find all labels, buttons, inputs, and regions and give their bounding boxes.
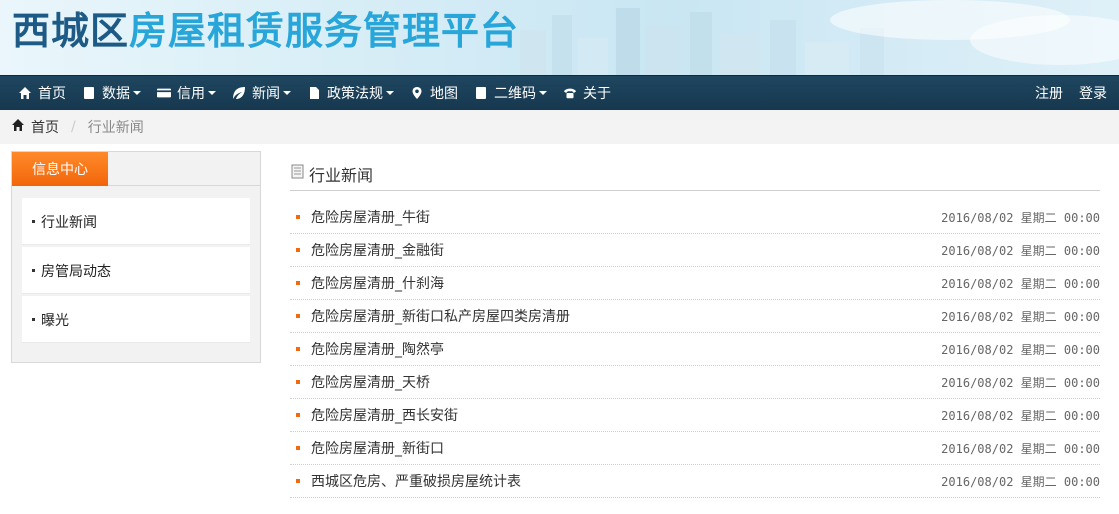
home-icon <box>11 118 25 136</box>
news-list: 危险房屋清册_牛街 2016/08/02 星期二 00:00 危险房屋清册_金融… <box>290 201 1100 498</box>
nav-item-label: 首页 <box>38 86 66 102</box>
news-date: 2016/08/02 星期二 00:00 <box>941 309 1100 324</box>
site-title-district: 西城区 <box>12 9 130 53</box>
news-date: 2016/08/02 星期二 00:00 <box>941 474 1100 489</box>
sidebar-item-label: 曝光 <box>41 312 69 329</box>
news-title[interactable]: 危险房屋清册_天桥 <box>311 372 941 392</box>
nav-item-label: 新闻 <box>252 86 280 102</box>
book-icon <box>474 86 488 100</box>
login-link[interactable]: 登录 <box>1079 83 1107 103</box>
breadcrumb-separator: / <box>71 119 76 135</box>
map-marker-icon <box>410 86 424 100</box>
news-title[interactable]: 危险房屋清册_牛街 <box>311 207 941 227</box>
nav-item-label: 地图 <box>430 86 458 102</box>
news-item[interactable]: 西城区危房、严重破损房屋统计表 2016/08/02 星期二 00:00 <box>290 465 1100 498</box>
news-item[interactable]: 危险房屋清册_陶然亭 2016/08/02 星期二 00:00 <box>290 333 1100 366</box>
nav-item-map[interactable]: 地图 <box>410 83 458 103</box>
bullet-icon <box>296 413 300 417</box>
nav-item-label: 数据 <box>102 86 130 102</box>
bullet-icon <box>296 479 300 483</box>
chevron-down-icon <box>208 91 216 95</box>
nav-item-label: 信用 <box>177 86 205 102</box>
breadcrumb-current: 行业新闻 <box>87 120 144 136</box>
credit-card-icon <box>157 86 171 100</box>
news-item[interactable]: 危险房屋清册_新街口私产房屋四类房清册 2016/08/02 星期二 00:00 <box>290 300 1100 333</box>
nav-item-label: 二维码 <box>494 86 536 102</box>
bullet-icon <box>32 318 35 321</box>
news-title[interactable]: 危险房屋清册_陶然亭 <box>311 339 941 359</box>
news-date: 2016/08/02 星期二 00:00 <box>941 441 1100 456</box>
nav-item-policy[interactable]: 政策法规 <box>307 83 394 103</box>
leaf-icon <box>232 86 246 100</box>
news-date: 2016/08/02 星期二 00:00 <box>941 342 1100 357</box>
site-title-platform: 房屋租赁服务管理平台 <box>129 9 520 53</box>
header-banner: 西城区房屋租赁服务管理平台 <box>0 0 1119 75</box>
bullet-icon <box>296 347 300 351</box>
section-heading-label: 行业新闻 <box>309 165 374 185</box>
news-title[interactable]: 危险房屋清册_西长安街 <box>311 405 941 425</box>
news-date: 2016/08/02 星期二 00:00 <box>941 375 1100 390</box>
bullet-icon <box>296 314 300 318</box>
bullet-icon <box>296 281 300 285</box>
news-item[interactable]: 危险房屋清册_新街口 2016/08/02 星期二 00:00 <box>290 432 1100 465</box>
nav-item-credit[interactable]: 信用 <box>157 83 216 103</box>
sidebar: 信息中心 行业新闻 房管局动态 曝光 <box>11 151 261 363</box>
bullet-icon <box>296 446 300 450</box>
nav-menu: 首页 数据 信用 新闻 政策法规 地图 二维码 关于 <box>18 83 1019 103</box>
sidebar-item-bureau-news[interactable]: 房管局动态 <box>22 247 250 294</box>
sidebar-item-label: 房管局动态 <box>41 263 111 280</box>
news-item[interactable]: 危险房屋清册_天桥 2016/08/02 星期二 00:00 <box>290 366 1100 399</box>
section-heading: 行业新闻 <box>290 157 1100 191</box>
phone-icon <box>563 86 577 100</box>
book-icon <box>82 86 96 100</box>
sidebar-item-label: 行业新闻 <box>41 214 97 231</box>
news-title[interactable]: 危险房屋清册_新街口私产房屋四类房清册 <box>311 306 941 326</box>
home-icon <box>18 86 32 100</box>
sidebar-header: 信息中心 <box>12 152 260 186</box>
news-title[interactable]: 危险房屋清册_金融街 <box>311 240 941 260</box>
news-date: 2016/08/02 星期二 00:00 <box>941 276 1100 291</box>
news-item[interactable]: 危险房屋清册_什刹海 2016/08/02 星期二 00:00 <box>290 267 1100 300</box>
account-links: 注册 登录 <box>1019 83 1107 103</box>
nav-item-qrcode[interactable]: 二维码 <box>474 83 547 103</box>
news-item[interactable]: 危险房屋清册_牛街 2016/08/02 星期二 00:00 <box>290 201 1100 234</box>
breadcrumb: 首页 / 行业新闻 <box>0 110 1119 144</box>
nav-item-home[interactable]: 首页 <box>18 83 66 103</box>
chevron-down-icon <box>283 91 291 95</box>
sidebar-menu: 行业新闻 房管局动态 曝光 <box>12 186 260 343</box>
chevron-down-icon <box>386 91 394 95</box>
nav-item-data[interactable]: 数据 <box>82 83 141 103</box>
breadcrumb-home[interactable]: 首页 <box>11 117 59 137</box>
bullet-icon <box>296 215 300 219</box>
main-content: 行业新闻 危险房屋清册_牛街 2016/08/02 星期二 00:00 危险房屋… <box>290 157 1100 498</box>
bullet-icon <box>32 269 35 272</box>
file-icon <box>307 86 321 100</box>
nav-item-label: 关于 <box>583 86 611 102</box>
news-title[interactable]: 西城区危房、严重破损房屋统计表 <box>311 471 941 491</box>
content-area: 信息中心 行业新闻 房管局动态 曝光 行业新闻 危险房屋清册_牛街 2016/0… <box>0 144 1119 514</box>
document-icon <box>290 164 305 183</box>
chevron-down-icon <box>539 91 547 95</box>
register-link[interactable]: 注册 <box>1035 83 1063 103</box>
nav-item-about[interactable]: 关于 <box>563 83 611 103</box>
news-item[interactable]: 危险房屋清册_金融街 2016/08/02 星期二 00:00 <box>290 234 1100 267</box>
news-date: 2016/08/02 星期二 00:00 <box>941 408 1100 423</box>
sidebar-item-exposure[interactable]: 曝光 <box>22 296 250 343</box>
main-nav: 首页 数据 信用 新闻 政策法规 地图 二维码 关于 注册 登录 <box>0 75 1119 110</box>
site-title: 西城区房屋租赁服务管理平台 <box>12 8 519 54</box>
chevron-down-icon <box>133 91 141 95</box>
news-title[interactable]: 危险房屋清册_什刹海 <box>311 273 941 293</box>
news-date: 2016/08/02 星期二 00:00 <box>941 243 1100 258</box>
sidebar-item-industry-news[interactable]: 行业新闻 <box>22 198 250 245</box>
bullet-icon <box>32 220 35 223</box>
bullet-icon <box>296 380 300 384</box>
bullet-icon <box>296 248 300 252</box>
breadcrumb-home-label: 首页 <box>31 120 59 136</box>
news-date: 2016/08/02 星期二 00:00 <box>941 210 1100 225</box>
nav-item-news[interactable]: 新闻 <box>232 83 291 103</box>
sidebar-title: 信息中心 <box>12 152 108 186</box>
nav-item-label: 政策法规 <box>327 86 383 102</box>
news-item[interactable]: 危险房屋清册_西长安街 2016/08/02 星期二 00:00 <box>290 399 1100 432</box>
news-title[interactable]: 危险房屋清册_新街口 <box>311 438 941 458</box>
